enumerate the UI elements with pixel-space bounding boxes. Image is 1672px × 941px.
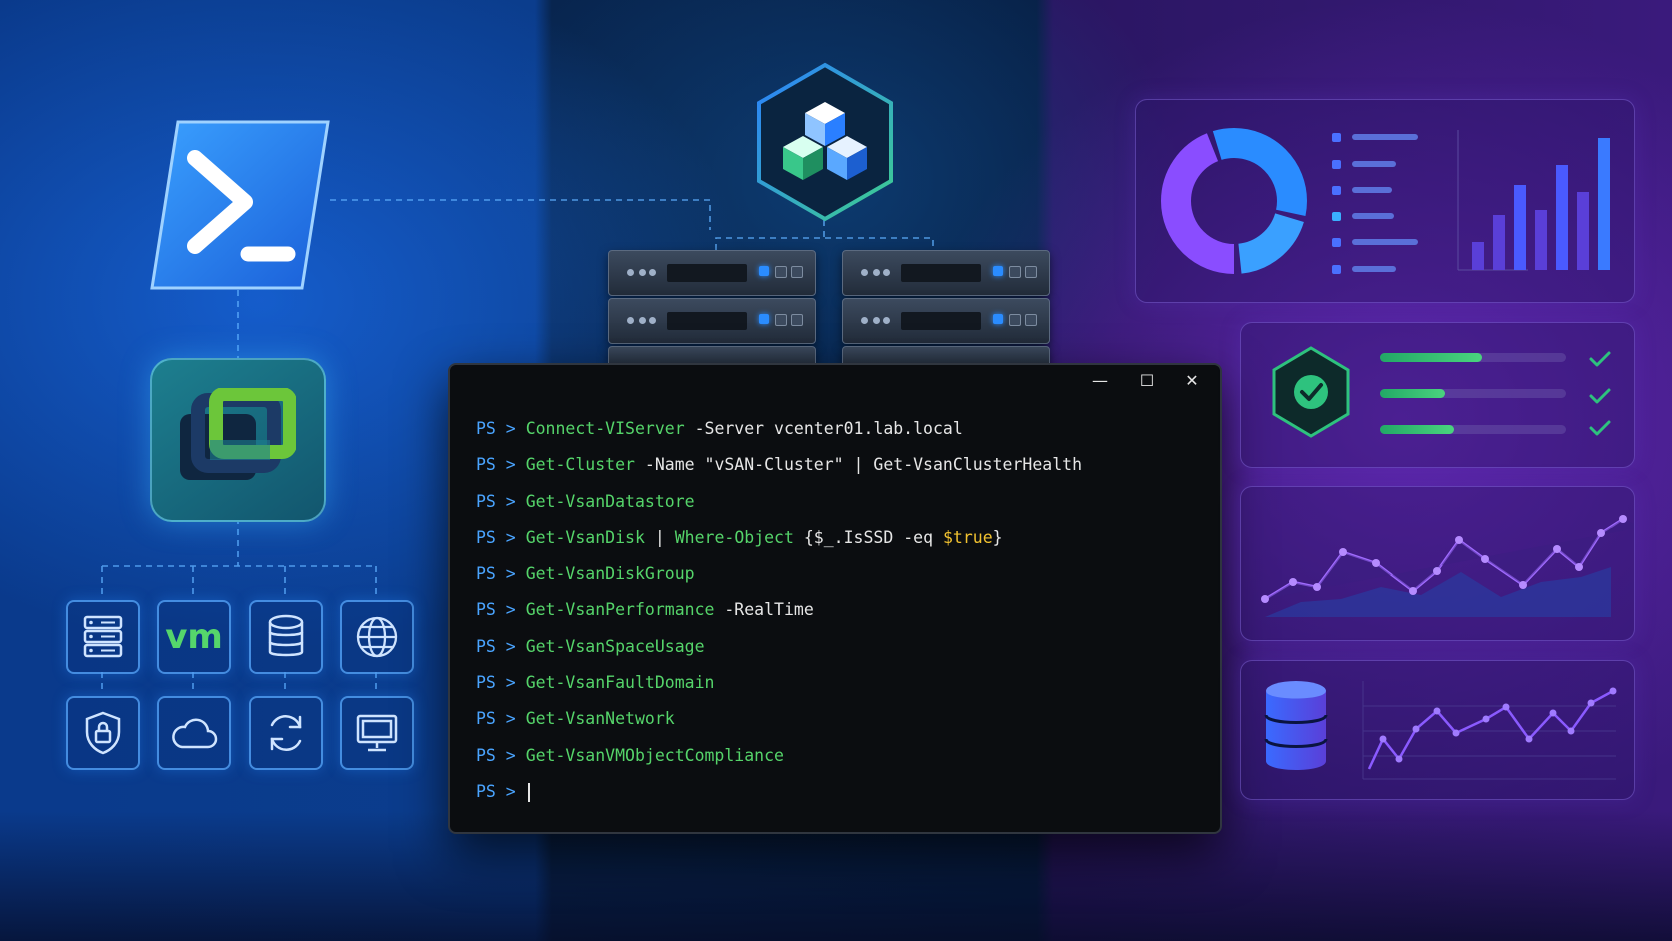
command-line: PS > Get-VsanPerformance -RealTime xyxy=(476,600,814,620)
health-progress-fill xyxy=(1380,353,1482,362)
command-line: PS > Get-VsanSpaceUsage xyxy=(476,636,705,656)
server-list-icon xyxy=(83,615,123,658)
command-line: PS > Connect-VIServer -Server vcenter01.… xyxy=(476,419,963,438)
server-unit xyxy=(842,298,1050,344)
vm-tile: vm xyxy=(157,600,231,674)
storage-trend-panel xyxy=(1240,660,1635,800)
command-line: PS > Get-VsanDatastore xyxy=(476,491,695,511)
database-icon xyxy=(268,614,304,657)
server-list-tile xyxy=(66,600,140,674)
powershell-logo-icon xyxy=(150,120,330,290)
check-icons xyxy=(1589,351,1611,436)
globe-icon xyxy=(356,616,398,658)
health-progress-track xyxy=(1380,389,1566,398)
globe-tile xyxy=(340,600,414,674)
server-unit xyxy=(842,250,1050,296)
vmware-logo-icon xyxy=(180,388,296,480)
performance-trend-panel xyxy=(1240,486,1641,641)
vmware-logo-tile xyxy=(150,358,326,522)
server-unit xyxy=(608,250,816,296)
input-line[interactable]: PS > xyxy=(476,774,1082,810)
line-area-chart-icon xyxy=(1261,515,1641,617)
command-line: PS > Get-VsanVMObjectCompliance xyxy=(476,745,784,765)
donut-bar-chart-icon xyxy=(1161,128,1610,274)
shield-lock-icon xyxy=(85,711,121,755)
command-line: PS > Get-VsanNetwork xyxy=(476,709,675,729)
text-cursor xyxy=(527,782,530,802)
health-progress-fill xyxy=(1380,389,1445,398)
shield-lock-tile xyxy=(66,696,140,770)
monitor-icon xyxy=(356,714,398,752)
command-line: PS > Get-VsanDisk | Where-Object {$_.IsS… xyxy=(476,527,1003,547)
cloud-icon xyxy=(172,718,218,749)
vm-label: vm xyxy=(165,617,223,657)
health-progress-track xyxy=(1380,425,1566,434)
health-status-panel xyxy=(1240,322,1635,468)
database-tile xyxy=(249,600,323,674)
server-unit xyxy=(608,298,816,344)
command-line: PS > Get-VsanFaultDomain xyxy=(476,673,715,693)
dashboard-overview-panel xyxy=(1135,99,1635,303)
maximize-button[interactable]: ☐ xyxy=(1127,369,1167,393)
sync-icon xyxy=(270,715,302,751)
vsan-cube-icon xyxy=(757,62,893,222)
terminal-titlebar[interactable]: — ☐ ✕ xyxy=(450,365,1220,397)
minimize-button[interactable]: — xyxy=(1080,369,1120,393)
close-button[interactable]: ✕ xyxy=(1172,369,1212,393)
sync-tile xyxy=(249,696,323,770)
storage-line-chart-icon xyxy=(1264,681,1617,780)
command-line: PS > Get-Cluster -Name "vSAN-Cluster" | … xyxy=(476,455,1083,475)
health-progress-fill xyxy=(1380,425,1454,434)
terminal-window[interactable]: — ☐ ✕ PS > Connect-VIServer -Server vcen… xyxy=(448,363,1222,834)
command-line: PS > Get-VsanDiskGroup xyxy=(476,564,695,584)
monitor-tile xyxy=(340,696,414,770)
cloud-tile xyxy=(157,696,231,770)
health-progress-track xyxy=(1380,353,1566,362)
terminal-output[interactable]: PS > Connect-VIServer -Server vcenter01.… xyxy=(476,411,1082,810)
